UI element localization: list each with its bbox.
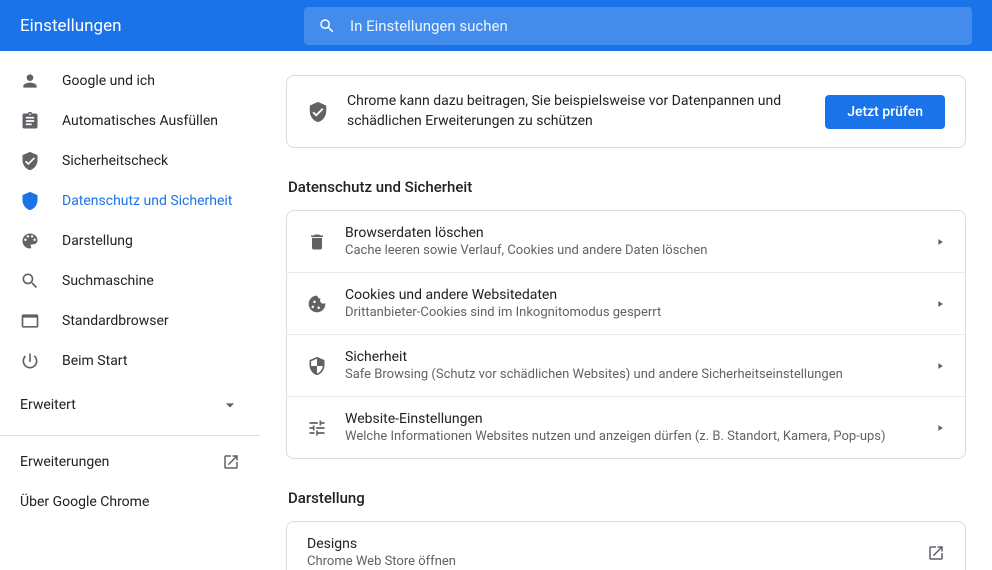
sidebar: Google und ich Automatisches Ausfüllen S… [0,51,260,570]
sidebar-extensions-label: Erweiterungen [20,454,109,470]
tune-icon [307,418,327,438]
row-title: Cookies und andere Websitedaten [345,287,917,303]
sidebar-item-label: Darstellung [62,233,133,249]
verified-icon [20,151,40,171]
row-sub: Welche Informationen Websites nutzen und… [345,429,917,444]
sidebar-item-label: Sicherheitscheck [62,153,168,169]
row-sub: Safe Browsing (Schutz vor schädlichen We… [345,367,917,382]
sidebar-item-appearance[interactable]: Darstellung [0,221,260,261]
row-sub: Chrome Web Store öffnen [307,554,909,569]
row-security[interactable]: Sicherheit Safe Browsing (Schutz vor sch… [287,334,965,396]
open-in-new-icon [222,453,240,471]
chevron-down-icon [220,395,240,415]
sidebar-item-you-and-google[interactable]: Google und ich [0,61,260,101]
open-in-new-icon [927,544,945,562]
sidebar-about[interactable]: Über Google Chrome [0,482,260,522]
row-clear-browsing-data[interactable]: Browserdaten löschen Cache leeren sowie … [287,211,965,272]
row-title: Designs [307,536,909,552]
sidebar-item-label: Google und ich [62,73,155,89]
chevron-right-icon [935,423,945,433]
sidebar-advanced-label: Erweitert [20,397,76,413]
cookie-icon [307,294,327,314]
power-icon [20,351,40,371]
chevron-right-icon [935,299,945,309]
row-sub: Cache leeren sowie Verlauf, Cookies und … [345,243,917,258]
row-site-settings[interactable]: Website-Einstellungen Welche Information… [287,396,965,458]
row-sub: Drittanbieter-Cookies sind im Inkognitom… [345,305,917,320]
safety-banner: Chrome kann dazu beitragen, Sie beispiel… [286,75,966,148]
security-icon [307,356,327,376]
sidebar-item-default-browser[interactable]: Standardbrowser [0,301,260,341]
sidebar-about-label: Über Google Chrome [20,494,149,510]
sidebar-item-label: Suchmaschine [62,273,154,289]
sidebar-item-search-engine[interactable]: Suchmaschine [0,261,260,301]
sidebar-item-label: Datenschutz und Sicherheit [62,193,232,209]
sidebar-item-autofill[interactable]: Automatisches Ausfüllen [0,101,260,141]
sidebar-item-label: Standardbrowser [62,313,169,329]
sidebar-item-on-startup[interactable]: Beim Start [0,341,260,381]
sidebar-item-label: Beim Start [62,353,127,369]
section-title-appearance: Darstellung [288,489,966,507]
section-title-privacy: Datenschutz und Sicherheit [288,178,966,196]
appearance-list: Designs Chrome Web Store öffnen [286,521,966,570]
check-now-button[interactable]: Jetzt prüfen [825,95,945,129]
search-icon [318,17,336,35]
chevron-right-icon [935,361,945,371]
delete-icon [307,232,327,252]
row-title: Website-Einstellungen [345,411,917,427]
sidebar-item-label: Automatisches Ausfüllen [62,113,218,129]
browser-icon [20,311,40,331]
divider [0,435,260,436]
sidebar-advanced-toggle[interactable]: Erweitert [0,381,260,429]
row-title: Sicherheit [345,349,917,365]
palette-icon [20,231,40,251]
assignment-icon [20,111,40,131]
search-input[interactable] [350,17,958,35]
person-icon [20,71,40,91]
sidebar-item-safety-check[interactable]: Sicherheitscheck [0,141,260,181]
search-box[interactable] [304,7,972,45]
privacy-list: Browserdaten löschen Cache leeren sowie … [286,210,966,459]
verified-icon [307,101,329,123]
sidebar-extensions[interactable]: Erweiterungen [0,442,260,482]
header: Einstellungen [0,0,992,51]
search-icon [20,271,40,291]
main-content: Chrome kann dazu beitragen, Sie beispiel… [260,51,992,570]
chevron-right-icon [935,237,945,247]
row-themes[interactable]: Designs Chrome Web Store öffnen [287,522,965,570]
safety-banner-text: Chrome kann dazu beitragen, Sie beispiel… [347,92,807,131]
row-title: Browserdaten löschen [345,225,917,241]
page-title: Einstellungen [20,16,284,36]
row-cookies[interactable]: Cookies und andere Websitedaten Drittanb… [287,272,965,334]
shield-icon [20,191,40,211]
sidebar-item-privacy[interactable]: Datenschutz und Sicherheit [0,181,260,221]
